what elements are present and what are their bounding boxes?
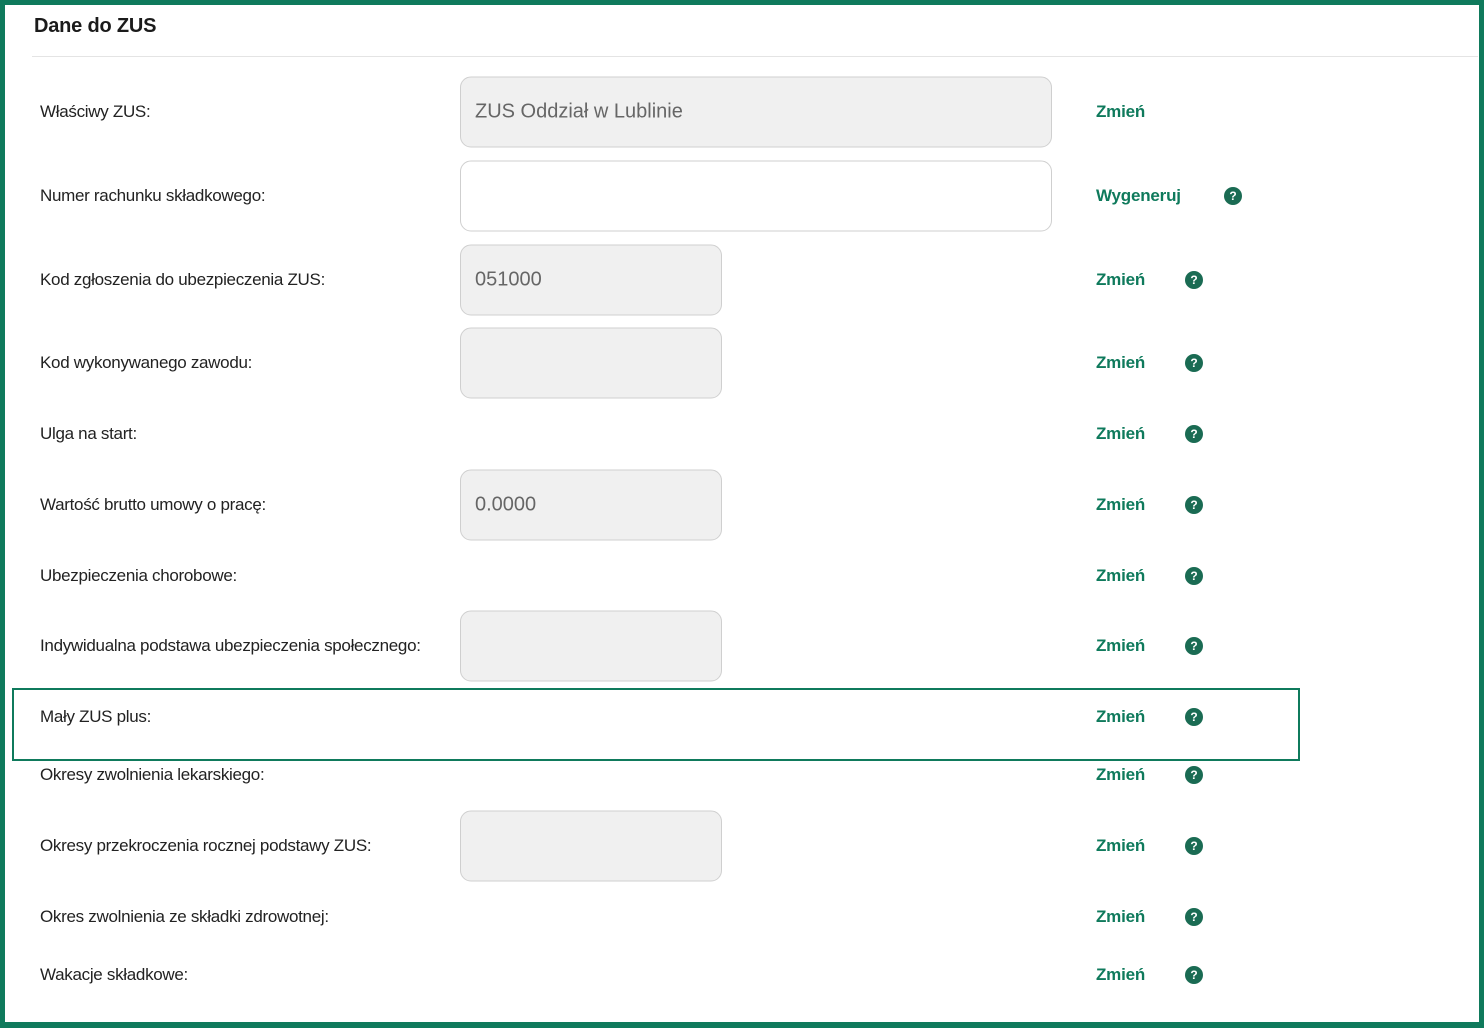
change-okresy-zwolnienia-button[interactable]: Zmień <box>1096 765 1145 785</box>
question-circle-icon[interactable]: ? <box>1185 708 1203 726</box>
row-okresy-przekroczenia: Okresy przekroczenia rocznej podstawy ZU… <box>0 810 1484 882</box>
wartosc-brutto-field[interactable] <box>460 469 722 541</box>
field-label: Okres zwolnienia ze składki zdrowotnej: <box>40 907 329 926</box>
question-circle-icon[interactable]: ? <box>1185 567 1203 585</box>
row-numer-rachunku: Numer rachunku składkowego: Wygeneruj ? <box>0 160 1484 232</box>
change-wlasciwy-zus-button[interactable]: Zmień <box>1096 102 1145 122</box>
question-circle-icon[interactable]: ? <box>1185 496 1203 514</box>
question-circle-icon[interactable]: ? <box>1224 187 1242 205</box>
question-circle-icon[interactable]: ? <box>1185 271 1203 289</box>
change-indywidualna-podstawa-button[interactable]: Zmień <box>1096 636 1145 656</box>
row-ulga-na-start: Ulga na start: Zmień ? <box>0 424 1484 444</box>
generate-account-button[interactable]: Wygeneruj <box>1096 186 1181 206</box>
question-circle-icon[interactable]: ? <box>1185 637 1203 655</box>
change-okresy-przekroczenia-button[interactable]: Zmień <box>1096 836 1145 856</box>
row-wlasciwy-zus: Właściwy ZUS: Zmień <box>0 76 1484 148</box>
change-wakacje-skladkowe-button[interactable]: Zmień <box>1096 965 1145 985</box>
row-wakacje-skladkowe: Wakacje składkowe: Zmień ? <box>0 965 1484 985</box>
question-circle-icon[interactable]: ? <box>1185 766 1203 784</box>
field-label: Kod zgłoszenia do ubezpieczenia ZUS: <box>40 270 325 289</box>
kod-zawodu-field[interactable] <box>460 327 722 399</box>
indywidualna-podstawa-field[interactable] <box>460 610 722 682</box>
change-kod-zgloszenia-button[interactable]: Zmień <box>1096 270 1145 290</box>
field-label: Wakacje składkowe: <box>40 965 188 984</box>
change-wartosc-brutto-button[interactable]: Zmień <box>1096 495 1145 515</box>
field-label: Okresy zwolnienia lekarskiego: <box>40 765 265 784</box>
change-ubezpieczenia-chorobowe-button[interactable]: Zmień <box>1096 566 1145 586</box>
change-ulga-na-start-button[interactable]: Zmień <box>1096 424 1145 444</box>
title-divider <box>32 56 1478 57</box>
row-wartosc-brutto: Wartość brutto umowy o pracę: Zmień ? <box>0 469 1484 541</box>
field-label: Ulga na start: <box>40 424 137 443</box>
change-kod-zawodu-button[interactable]: Zmień <box>1096 353 1145 373</box>
field-label: Wartość brutto umowy o pracę: <box>40 495 266 514</box>
field-label: Okresy przekroczenia rocznej podstawy ZU… <box>40 836 372 855</box>
question-circle-icon[interactable]: ? <box>1185 837 1203 855</box>
field-label: Numer rachunku składkowego: <box>40 186 266 205</box>
row-okresy-zwolnienia-lekarskiego: Okresy zwolnienia lekarskiego: Zmień ? <box>0 765 1484 785</box>
change-okres-zwolnienia-zdrowotnej-button[interactable]: Zmień <box>1096 907 1145 927</box>
field-label: Właściwy ZUS: <box>40 102 151 121</box>
question-circle-icon[interactable]: ? <box>1185 425 1203 443</box>
question-circle-icon[interactable]: ? <box>1185 354 1203 372</box>
section-title: Dane do ZUS <box>34 15 157 37</box>
row-kod-zgloszenia: Kod zgłoszenia do ubezpieczenia ZUS: Zmi… <box>0 244 1484 316</box>
wlasciwy-zus-field[interactable] <box>460 76 1052 148</box>
row-indywidualna-podstawa: Indywidualna podstawa ubezpieczenia społ… <box>0 610 1484 682</box>
okresy-przekroczenia-field[interactable] <box>460 810 722 882</box>
numer-rachunku-field[interactable] <box>460 160 1052 232</box>
row-maly-zus-plus: Mały ZUS plus: Zmień ? <box>0 707 1484 727</box>
field-label: Indywidualna podstawa ubezpieczenia społ… <box>40 636 421 655</box>
field-label: Kod wykonywanego zawodu: <box>40 353 253 372</box>
kod-zgloszenia-field[interactable] <box>460 244 722 316</box>
row-kod-zawodu: Kod wykonywanego zawodu: Zmień ? <box>0 327 1484 399</box>
field-label: Mały ZUS plus: <box>40 707 152 726</box>
row-ubezpieczenia-chorobowe: Ubezpieczenia chorobowe: Zmień ? <box>0 566 1484 586</box>
change-maly-zus-plus-button[interactable]: Zmień <box>1096 707 1145 727</box>
question-circle-icon[interactable]: ? <box>1185 908 1203 926</box>
field-label: Ubezpieczenia chorobowe: <box>40 566 237 585</box>
question-circle-icon[interactable]: ? <box>1185 966 1203 984</box>
row-okres-zwolnienia-zdrowotnej: Okres zwolnienia ze składki zdrowotnej: … <box>0 907 1484 927</box>
